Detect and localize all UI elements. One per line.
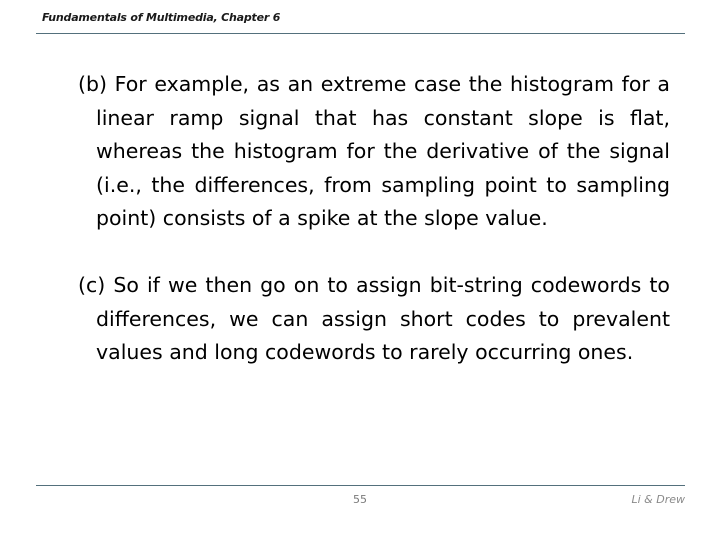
paragraph-b-text: For example, as an extreme case the hist… <box>96 72 670 230</box>
slide-header: Fundamentals of Multimedia, Chapter 6 <box>36 11 685 34</box>
paragraph-b-marker: (b) <box>78 72 108 96</box>
header-divider <box>36 33 685 34</box>
slide: Fundamentals of Multimedia, Chapter 6 (b… <box>0 0 720 540</box>
header-title: Fundamentals of Multimedia, Chapter 6 <box>42 11 281 24</box>
paragraph-b: (b) For example, as an extreme case the … <box>78 68 670 236</box>
footer-divider <box>36 485 685 486</box>
paragraph-c-text: So if we then go on to assign bit-string… <box>96 273 670 364</box>
slide-footer: 55 Li & Drew <box>36 485 685 519</box>
paragraph-c-marker: (c) <box>78 273 106 297</box>
attribution-label: Li & Drew <box>631 493 685 506</box>
slide-body: (b) For example, as an extreme case the … <box>78 68 670 370</box>
page-number: 55 <box>353 493 367 506</box>
paragraph-c: (c) So if we then go on to assign bit-st… <box>78 269 670 370</box>
footer-row: 55 Li & Drew <box>36 493 685 519</box>
